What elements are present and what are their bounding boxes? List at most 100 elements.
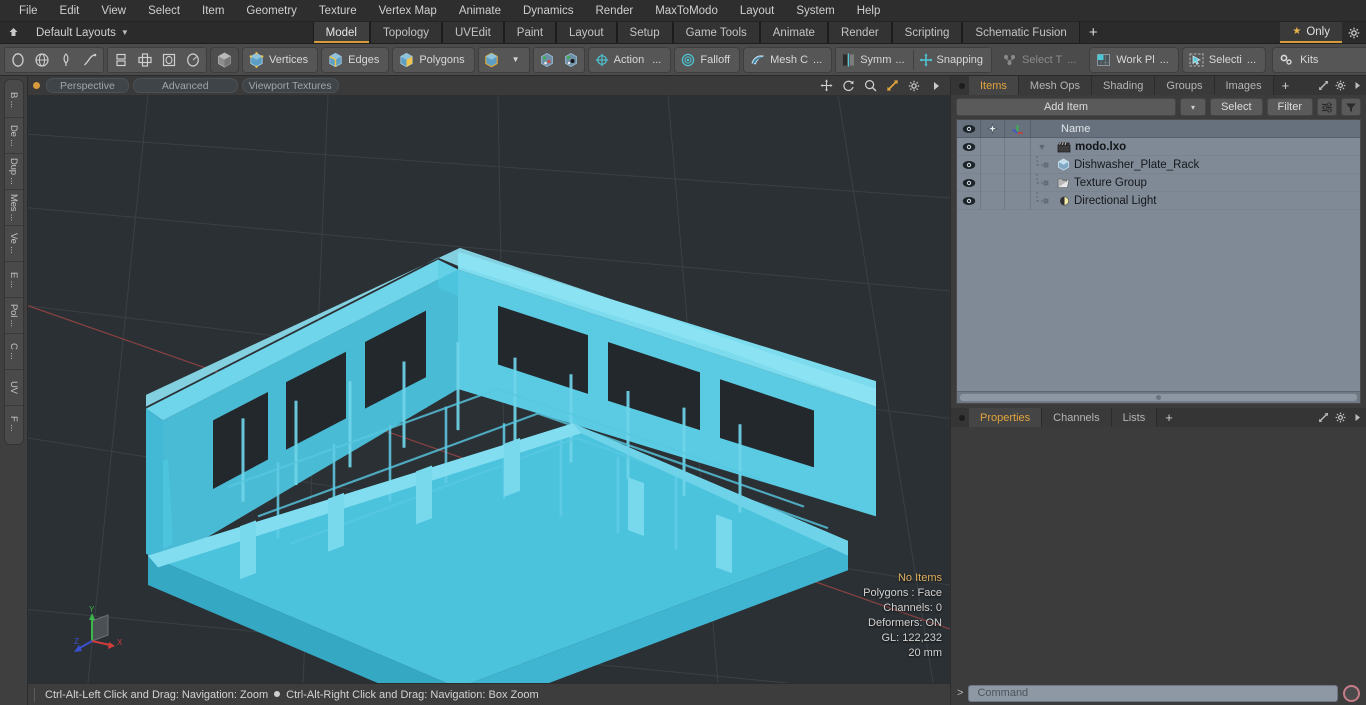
row-pin-cell[interactable] bbox=[981, 155, 1005, 174]
row-pin-cell[interactable] bbox=[981, 138, 1005, 156]
duplicate-icon[interactable] bbox=[109, 48, 133, 72]
menu-item-item[interactable]: Item bbox=[191, 0, 235, 22]
menu-item-edit[interactable]: Edit bbox=[49, 0, 91, 22]
table-row[interactable]: ▼ modo.lxo bbox=[957, 138, 1360, 156]
menu-item-dynamics[interactable]: Dynamics bbox=[512, 0, 584, 22]
viewport-menu-dot-icon[interactable] bbox=[33, 82, 40, 89]
panel-tab-images[interactable]: Images bbox=[1214, 76, 1274, 95]
panel-tab-groups[interactable]: Groups bbox=[1155, 76, 1215, 95]
list-item[interactable]: modo.lxo bbox=[1053, 141, 1126, 153]
pivot-center-icon[interactable] bbox=[535, 48, 559, 72]
default-layouts-dropdown[interactable]: Default Layouts ▼ bbox=[26, 22, 139, 43]
menu-item-layout[interactable]: Layout bbox=[729, 0, 786, 22]
kits-dropdown[interactable]: Kits bbox=[1272, 46, 1366, 73]
rail-tab-polygon[interactable]: Pol ... bbox=[4, 298, 23, 334]
table-row[interactable]: Dishwasher_Plate_Rack bbox=[957, 155, 1360, 174]
add-tab-button[interactable]: + bbox=[1080, 22, 1107, 43]
item-mode-chevron-down-icon[interactable]: ▼ bbox=[504, 48, 528, 72]
menu-item-maxtomodo[interactable]: MaxToModo bbox=[644, 0, 729, 22]
menu-item-select[interactable]: Select bbox=[137, 0, 191, 22]
list-item[interactable]: Dishwasher_Plate_Rack bbox=[1053, 158, 1199, 171]
expand-icon[interactable] bbox=[1315, 408, 1332, 427]
tab-render[interactable]: Render bbox=[827, 22, 892, 43]
menu-item-geometry[interactable]: Geometry bbox=[235, 0, 308, 22]
viewport-gear-icon[interactable] bbox=[905, 77, 923, 95]
center-icon[interactable] bbox=[133, 48, 157, 72]
curve-icon[interactable] bbox=[78, 48, 102, 72]
list-options-icon[interactable] bbox=[1317, 98, 1337, 116]
menu-item-file[interactable]: File bbox=[8, 0, 49, 22]
viewport-shading-dropdown[interactable]: Advanced bbox=[132, 78, 238, 93]
rail-tab-deform[interactable]: De ... bbox=[4, 118, 23, 154]
gear-icon[interactable] bbox=[1332, 76, 1349, 95]
tab-uvedit[interactable]: UVEdit bbox=[442, 22, 504, 43]
viewport-arrow-icon[interactable] bbox=[927, 77, 945, 95]
command-input[interactable]: Command bbox=[968, 684, 1338, 702]
gear-icon[interactable] bbox=[1332, 408, 1349, 427]
row-transform-cell[interactable] bbox=[1005, 173, 1031, 192]
menu-item-render[interactable]: Render bbox=[584, 0, 644, 22]
menu-item-texture[interactable]: Texture bbox=[308, 0, 368, 22]
row-visibility-icon[interactable] bbox=[957, 138, 981, 156]
menu-item-vertex-map[interactable]: Vertex Map bbox=[368, 0, 448, 22]
panel-tab-properties[interactable]: Properties bbox=[969, 408, 1043, 427]
zoom-icon[interactable] bbox=[861, 77, 879, 95]
table-row[interactable]: Directional Light bbox=[957, 191, 1360, 210]
panel-tab-channels[interactable]: Channels bbox=[1042, 408, 1112, 427]
home-icon[interactable] bbox=[0, 22, 26, 43]
select-button[interactable]: Select bbox=[1209, 98, 1263, 116]
row-transform-cell[interactable] bbox=[1005, 138, 1031, 156]
rail-tab-mesh-edit[interactable]: Mes ... bbox=[4, 190, 23, 226]
tree-collapse-toggle[interactable]: ▼ bbox=[1031, 138, 1053, 156]
add-item-chevron-down-icon[interactable]: ▾ bbox=[1179, 98, 1206, 116]
gear-icon[interactable] bbox=[1342, 22, 1366, 43]
rail-tab-fusion[interactable]: F ... bbox=[5, 406, 23, 442]
filter-button[interactable]: Filter bbox=[1266, 98, 1313, 116]
tab-scripting[interactable]: Scripting bbox=[891, 22, 963, 43]
arrow-icon[interactable] bbox=[1349, 76, 1366, 95]
circle-icon[interactable] bbox=[6, 48, 30, 72]
rotate-icon[interactable] bbox=[839, 77, 857, 95]
table-row[interactable]: Texture Group bbox=[957, 173, 1360, 192]
tab-layout[interactable]: Layout bbox=[556, 22, 617, 43]
row-transform-cell[interactable] bbox=[1005, 155, 1031, 174]
panel-tab-shading[interactable]: Shading bbox=[1092, 76, 1156, 95]
work-plane-dropdown[interactable]: Work Pl ... bbox=[1089, 46, 1179, 73]
panel-tab-items[interactable]: Items bbox=[969, 76, 1019, 95]
row-transform-cell[interactable] bbox=[1005, 191, 1031, 210]
tab-schematic-fusion[interactable]: Schematic Fusion bbox=[962, 22, 1080, 43]
action-center-dropdown[interactable]: Action ... bbox=[587, 46, 672, 73]
rail-tab-edge[interactable]: E ... bbox=[4, 262, 23, 298]
expand-icon[interactable] bbox=[1315, 76, 1332, 95]
properties-add-tab-button[interactable]: + bbox=[1157, 408, 1181, 427]
tab-game-tools[interactable]: Game Tools bbox=[672, 22, 760, 43]
selection-mode-polygons[interactable]: Polygons bbox=[392, 46, 475, 73]
items-list-horizontal-scrollbar[interactable] bbox=[957, 391, 1360, 403]
square-icon[interactable] bbox=[157, 48, 181, 72]
viewport-view-dropdown[interactable]: Perspective bbox=[46, 78, 129, 93]
menu-item-help[interactable]: Help bbox=[846, 0, 892, 22]
selection-mode-edges[interactable]: Edges bbox=[321, 46, 390, 73]
panel-tab-mesh-ops[interactable]: Mesh Ops bbox=[1018, 76, 1093, 95]
mesh-constraint-dropdown[interactable]: Mesh C ... bbox=[743, 46, 833, 73]
selection-mode-vertices[interactable]: Vertices bbox=[242, 46, 319, 73]
falloff-dropdown[interactable]: Falloff bbox=[674, 46, 741, 73]
tab-topology[interactable]: Topology bbox=[369, 22, 442, 43]
items-list[interactable]: Name ▼ modo.lxo Dishwasher_Plate_Rack Te… bbox=[956, 119, 1361, 404]
add-item-button[interactable]: Add Item bbox=[956, 98, 1176, 116]
fit-icon[interactable] bbox=[883, 77, 901, 95]
tab-animate[interactable]: Animate bbox=[759, 22, 828, 43]
row-visibility-icon[interactable] bbox=[957, 191, 981, 210]
tab-setup[interactable]: Setup bbox=[616, 22, 673, 43]
selection-set-dropdown[interactable]: Selecti ... bbox=[1181, 46, 1267, 73]
panel-tab-lists[interactable]: Lists bbox=[1111, 408, 1158, 427]
viewport-textures-dropdown[interactable]: Viewport Textures bbox=[241, 78, 339, 93]
panel-menu-dot-icon[interactable] bbox=[955, 76, 969, 95]
arrow-icon[interactable] bbox=[1349, 408, 1366, 427]
row-visibility-icon[interactable] bbox=[957, 173, 981, 192]
ellipse-icon[interactable] bbox=[181, 48, 205, 72]
symmetry-dropdown[interactable]: Symm ... bbox=[837, 48, 911, 72]
menu-item-view[interactable]: View bbox=[90, 0, 137, 22]
rail-tab-uv[interactable]: UV bbox=[4, 370, 23, 406]
pen-icon[interactable] bbox=[54, 48, 78, 72]
